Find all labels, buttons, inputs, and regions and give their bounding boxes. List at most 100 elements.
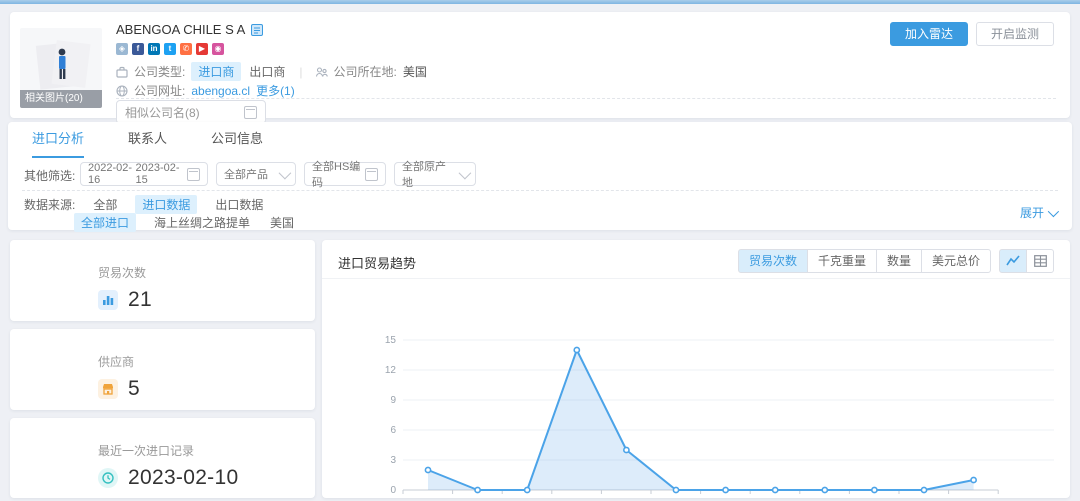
svg-text:15: 15 (385, 335, 397, 346)
metric-trade-count-button[interactable]: 贸易次数 (738, 249, 808, 273)
x-axis-label: 2022-09 (708, 497, 743, 498)
data-point-2022-06[interactable] (574, 347, 579, 352)
x-axis-label: 2023-02 (956, 497, 991, 498)
stat-value: 21 (128, 288, 152, 312)
x-axis-label: 2022-10 (758, 497, 793, 498)
stat-card-last-import: 最近一次进口记录 2023-02-10 (10, 418, 315, 498)
header-divider (116, 98, 1056, 99)
hs-code-select[interactable]: 全部HS编码 (304, 162, 386, 186)
x-axis-label: 2022-05 (510, 497, 545, 498)
social-icons-row: ◈ fint ✆ ▶ ◉ (116, 43, 224, 55)
x-axis-label: 2022-08 (659, 497, 694, 498)
hs-code-select-value: 全部HS编码 (312, 158, 361, 190)
x-axis-label: 2022-07 (609, 497, 644, 498)
source-import-data[interactable]: 进口数据 (135, 195, 197, 214)
data-point-2022-03[interactable] (425, 467, 430, 472)
date-range-picker[interactable]: 2022-02-16 2023-02-15 (80, 162, 208, 186)
tab-company-info[interactable]: 公司信息 (211, 122, 263, 158)
chart-title: 进口贸易趋势 (338, 253, 416, 272)
tab-bar: 进口分析 联系人 公司信息 (8, 122, 1072, 158)
chevron-down-icon (1048, 205, 1059, 216)
metric-button-group: 贸易次数 千克重量 数量 美元总价 (738, 249, 991, 273)
chevron-down-icon (279, 166, 292, 179)
analysis-panel: 进口分析 联系人 公司信息 其他筛选: 2022-02-16 2023-02-1… (8, 122, 1072, 230)
data-point-2022-09[interactable] (723, 487, 728, 492)
similar-companies-select[interactable]: 相似公司名(8) (116, 100, 266, 124)
company-type-icon (116, 66, 128, 78)
facebook-icon[interactable]: f (132, 43, 144, 55)
chart-header-divider (322, 278, 1070, 279)
data-point-2022-05[interactable] (525, 487, 530, 492)
website-icon[interactable]: ◈ (116, 43, 128, 55)
chevron-down-icon (459, 166, 472, 179)
phone-icon[interactable]: ✆ (180, 43, 192, 55)
join-radar-button[interactable]: 加入雷达 (890, 22, 968, 46)
instagram-icon[interactable]: ◉ (212, 43, 224, 55)
x-axis-label: 2023-01 (907, 497, 942, 498)
website-icon (116, 85, 128, 97)
filter-divider (22, 190, 1058, 191)
data-point-2023-02[interactable] (971, 477, 976, 482)
location-value: 美国 (403, 63, 427, 80)
product-select-value: 全部产品 (224, 166, 268, 182)
data-point-2022-12[interactable] (872, 487, 877, 492)
top-accent-strip (0, 0, 1080, 4)
data-point-2022-10[interactable] (773, 487, 778, 492)
origin-select-value: 全部原产地 (402, 158, 455, 190)
svg-text:6: 6 (390, 425, 396, 436)
data-point-2022-04[interactable] (475, 487, 480, 492)
twitter-icon[interactable]: t (164, 43, 176, 55)
company-type-exporter[interactable]: 出口商 (247, 62, 287, 81)
product-select[interactable]: 全部产品 (216, 162, 296, 186)
company-type-importer[interactable]: 进口商 (191, 62, 241, 81)
data-point-2022-08[interactable] (673, 487, 678, 492)
location-icon (315, 66, 328, 78)
filter-row: 其他筛选: 2022-02-16 2023-02-15 全部产品 全部HS编码 … (8, 162, 1072, 186)
other-filters-label: 其他筛选: (24, 167, 75, 184)
start-monitor-button[interactable]: 开启监测 (976, 22, 1054, 46)
related-images-label[interactable]: 相关图片(20) (20, 90, 102, 108)
company-type-label: 公司类型: (134, 63, 185, 80)
expand-label: 展开 (1020, 204, 1044, 221)
data-point-2022-11[interactable] (822, 487, 827, 492)
tab-contacts[interactable]: 联系人 (128, 122, 167, 158)
date-end: 2023-02-15 (136, 162, 184, 186)
x-axis-label: 2022-06 (559, 497, 594, 498)
metric-quantity-button[interactable]: 数量 (876, 249, 922, 273)
company-detail-icon[interactable] (251, 24, 263, 36)
company-photo[interactable]: 相关图片(20) (20, 28, 102, 108)
import-trend-line-chart[interactable]: 036912152022-032022-042022-052022-062022… (322, 280, 1070, 498)
x-axis-label: 2022-04 (460, 497, 495, 498)
more-link[interactable]: 更多(1) (256, 82, 295, 99)
tab-import-analysis[interactable]: 进口分析 (32, 122, 84, 158)
source-export-data[interactable]: 出口数据 (213, 195, 265, 214)
stat-value: 5 (128, 377, 140, 401)
separator: | (299, 65, 302, 79)
metric-kg-weight-button[interactable]: 千克重量 (807, 249, 877, 273)
source-usa[interactable]: 美国 (268, 213, 296, 232)
clock-icon (98, 468, 118, 488)
data-source-label: 数据来源: (24, 196, 75, 213)
expand-link[interactable]: 展开 (1020, 204, 1056, 221)
similar-companies-label: 相似公司名(8) (125, 104, 200, 121)
website-link[interactable]: abengoa.cl (191, 84, 250, 98)
linkedin-icon[interactable]: in (148, 43, 160, 55)
data-point-2022-07[interactable] (624, 447, 629, 452)
stat-card-suppliers: 供应商 5 (10, 329, 315, 410)
line-chart-view-button[interactable] (999, 249, 1027, 273)
source-all-import[interactable]: 全部进口 (74, 213, 136, 232)
x-axis-label: 2022-12 (857, 497, 892, 498)
source-maritime-silk-road[interactable]: 海上丝绸之路提单 (152, 213, 252, 232)
origin-select[interactable]: 全部原产地 (394, 162, 476, 186)
svg-text:12: 12 (385, 365, 397, 376)
table-view-button[interactable] (1026, 249, 1054, 273)
data-point-2023-01[interactable] (921, 487, 926, 492)
similar-companies-list-icon (244, 106, 257, 119)
youtube-icon[interactable]: ▶ (196, 43, 208, 55)
company-header-card: 相关图片(20) ABENGOA CHILE S A ◈fint✆▶◉ 公司类型… (10, 12, 1070, 118)
x-axis-label: 2022-03 (411, 497, 446, 498)
date-start: 2022-02-16 (88, 162, 136, 186)
source-all[interactable]: 全部 (91, 195, 119, 214)
metric-usd-total-button[interactable]: 美元总价 (921, 249, 991, 273)
svg-text:3: 3 (390, 455, 396, 466)
